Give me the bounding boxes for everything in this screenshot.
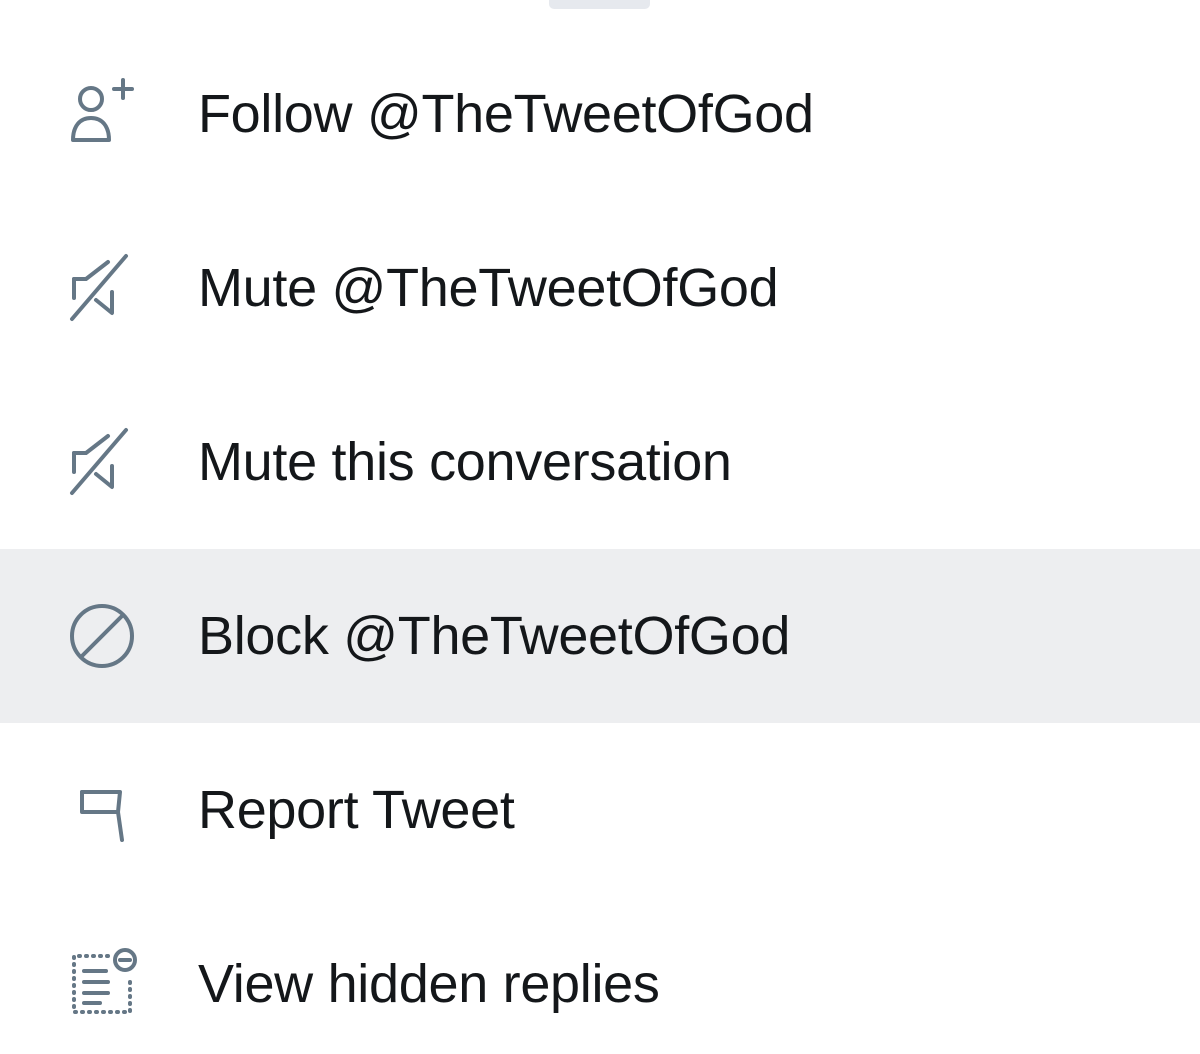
menu-item-block[interactable]: Block @TheTweetOfGod — [0, 549, 1200, 723]
menu-item-label: Block @TheTweetOfGod — [198, 606, 791, 666]
speaker-muted-icon — [64, 250, 140, 326]
tweet-actions-menu: Follow @TheTweetOfGod Mute @TheTweetOfGo… — [0, 27, 1200, 1054]
block-icon — [64, 598, 140, 674]
flag-icon — [64, 772, 140, 848]
menu-item-label: View hidden replies — [198, 954, 660, 1014]
menu-item-report[interactable]: Report Tweet — [0, 723, 1200, 897]
sheet-grabber-handle[interactable] — [549, 0, 650, 9]
menu-item-label: Report Tweet — [198, 780, 515, 840]
menu-item-view-hidden-replies[interactable]: View hidden replies — [0, 897, 1200, 1054]
action-sheet: Follow @TheTweetOfGod Mute @TheTweetOfGo… — [0, 0, 1200, 1054]
menu-item-follow[interactable]: Follow @TheTweetOfGod — [0, 27, 1200, 201]
menu-item-label: Follow @TheTweetOfGod — [198, 84, 814, 144]
speaker-muted-icon — [64, 424, 140, 500]
hidden-replies-icon — [64, 946, 140, 1022]
follow-user-icon — [64, 76, 140, 152]
menu-item-mute-user[interactable]: Mute @TheTweetOfGod — [0, 201, 1200, 375]
menu-item-label: Mute @TheTweetOfGod — [198, 258, 779, 318]
menu-item-label: Mute this conversation — [198, 432, 732, 492]
menu-item-mute-conversation[interactable]: Mute this conversation — [0, 375, 1200, 549]
